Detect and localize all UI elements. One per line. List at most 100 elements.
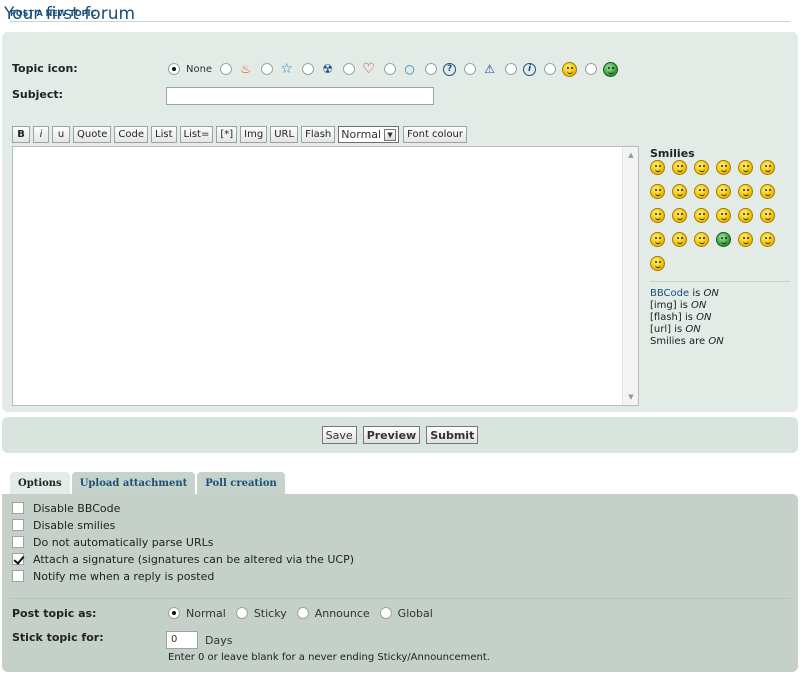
radioactive-icon[interactable]: ☢ bbox=[320, 62, 335, 77]
options-panel bbox=[2, 494, 798, 672]
font-colour-button[interactable]: Font colour bbox=[403, 126, 468, 143]
smiley-icon[interactable] bbox=[760, 208, 775, 223]
font-size-select[interactable]: Normal ▼ bbox=[338, 126, 400, 143]
topic-icon-radio[interactable] bbox=[261, 63, 274, 75]
option-disable-bbcode[interactable]: Disable BBCode bbox=[12, 501, 120, 515]
smiley-icon[interactable] bbox=[650, 232, 665, 247]
smiley-icon[interactable] bbox=[694, 232, 709, 247]
heart-icon[interactable]: ♡ bbox=[361, 61, 376, 77]
tab-poll-creation[interactable]: Poll creation bbox=[197, 472, 285, 494]
checkbox-checked[interactable] bbox=[12, 553, 24, 565]
option-disable-smilies[interactable]: Disable smilies bbox=[12, 518, 115, 532]
status-text: is bbox=[671, 324, 686, 335]
grin-smiley-icon[interactable] bbox=[603, 61, 619, 77]
smiley-icon[interactable] bbox=[672, 184, 687, 199]
winking-smiley-icon[interactable] bbox=[562, 61, 578, 77]
topic-icon-radio[interactable] bbox=[464, 63, 477, 75]
flame-icon[interactable]: ♨ bbox=[238, 62, 253, 77]
status-text: is bbox=[689, 288, 704, 299]
smiley-icon[interactable] bbox=[650, 256, 665, 271]
post-topic-as-label: Post topic as: bbox=[12, 607, 97, 620]
post-as-sticky-radio[interactable] bbox=[235, 607, 248, 619]
smiley-icon[interactable] bbox=[716, 184, 731, 199]
smiley-icon[interactable] bbox=[716, 232, 731, 247]
option-label: Notify me when a reply is posted bbox=[33, 569, 215, 583]
topic-icon-radio[interactable] bbox=[544, 63, 557, 75]
topic-icon-radio-none[interactable] bbox=[168, 63, 180, 75]
star-icon[interactable]: ☆ bbox=[279, 61, 294, 77]
topic-icon-radio[interactable] bbox=[384, 63, 397, 75]
url-button[interactable]: URL bbox=[270, 126, 299, 143]
question-icon[interactable]: ? bbox=[443, 62, 457, 76]
smiley-icon[interactable] bbox=[672, 208, 687, 223]
option-label: Do not automatically parse URLs bbox=[33, 535, 214, 549]
smiley-icon[interactable] bbox=[694, 160, 709, 175]
underline-button[interactable]: u bbox=[52, 126, 70, 143]
img-button[interactable]: Img bbox=[240, 126, 268, 143]
stick-days-input[interactable]: 0 bbox=[166, 631, 198, 649]
smiley-icon[interactable] bbox=[738, 184, 753, 199]
warning-icon[interactable]: ⚠ bbox=[482, 62, 497, 77]
submit-button[interactable]: Submit bbox=[426, 426, 479, 444]
option-attach-signature[interactable]: Attach a signature (signatures can be al… bbox=[12, 552, 354, 566]
flash-status: [flash] is ON bbox=[650, 312, 712, 323]
smiley-icon[interactable] bbox=[738, 232, 753, 247]
scroll-down-icon[interactable]: ▼ bbox=[623, 389, 639, 405]
smiley-icon[interactable] bbox=[760, 160, 775, 175]
quote-button[interactable]: Quote bbox=[73, 126, 112, 143]
topic-icon-radio[interactable] bbox=[220, 63, 233, 75]
flash-button[interactable]: Flash bbox=[301, 126, 336, 143]
checkbox[interactable] bbox=[12, 570, 24, 582]
speech-bubble-icon[interactable]: ○ bbox=[402, 62, 417, 77]
topic-icon-radio[interactable] bbox=[505, 63, 518, 75]
save-button[interactable]: Save bbox=[321, 426, 357, 444]
post-as-global-radio[interactable] bbox=[379, 607, 392, 619]
smiley-icon[interactable] bbox=[672, 160, 687, 175]
post-as-normal-radio[interactable] bbox=[168, 607, 180, 619]
smiley-icon[interactable] bbox=[694, 184, 709, 199]
smiley-icon[interactable] bbox=[738, 160, 753, 175]
checkbox[interactable] bbox=[12, 502, 24, 514]
tab-options[interactable]: Options bbox=[10, 472, 70, 494]
topic-icon-radio[interactable] bbox=[585, 63, 598, 75]
smiley-icon[interactable] bbox=[760, 184, 775, 199]
option-notify-reply[interactable]: Notify me when a reply is posted bbox=[12, 569, 214, 583]
info-icon[interactable]: i bbox=[523, 62, 537, 76]
smiley-icon[interactable] bbox=[694, 208, 709, 223]
subject-input[interactable] bbox=[166, 87, 434, 105]
smiley-icon[interactable] bbox=[716, 208, 731, 223]
editor-scrollbar[interactable]: ▲ ▼ bbox=[622, 147, 638, 405]
smiley-icon[interactable] bbox=[716, 160, 731, 175]
bold-button[interactable]: B bbox=[12, 126, 30, 143]
topic-icon-label: Topic icon: bbox=[12, 62, 78, 75]
checkbox[interactable] bbox=[12, 536, 24, 548]
list-item-button[interactable]: [*] bbox=[216, 126, 238, 143]
smiley-icon[interactable] bbox=[650, 208, 665, 223]
smiley-icon[interactable] bbox=[738, 208, 753, 223]
ordered-list-button[interactable]: List= bbox=[179, 126, 214, 143]
smiley-icon[interactable] bbox=[760, 232, 775, 247]
tab-upload-attachment[interactable]: Upload attachment bbox=[71, 472, 196, 494]
status-text: are bbox=[685, 336, 709, 347]
topic-icon-radio[interactable] bbox=[343, 63, 356, 75]
italic-button[interactable]: i bbox=[33, 126, 49, 143]
list-button[interactable]: List bbox=[151, 126, 177, 143]
divider bbox=[650, 281, 790, 282]
preview-button[interactable]: Preview bbox=[362, 426, 421, 444]
chevron-down-icon: ▼ bbox=[384, 128, 397, 141]
bbcode-help-link[interactable]: BBCode bbox=[650, 288, 689, 299]
smiley-icon[interactable] bbox=[650, 160, 665, 175]
scroll-up-icon[interactable]: ▲ bbox=[623, 147, 639, 163]
checkbox[interactable] bbox=[12, 519, 24, 531]
message-editor[interactable]: ▲ ▼ bbox=[12, 146, 639, 406]
topic-icon-radio[interactable] bbox=[425, 63, 438, 75]
bbcode-status: BBCode is ON bbox=[650, 288, 719, 299]
post-as-announce-radio[interactable] bbox=[296, 607, 309, 619]
smiley-icon[interactable] bbox=[672, 232, 687, 247]
topic-icon-none-label: None bbox=[186, 63, 213, 75]
topic-icon-radio[interactable] bbox=[302, 63, 315, 75]
option-label: Attach a signature (signatures can be al… bbox=[33, 552, 355, 566]
smiley-icon[interactable] bbox=[650, 184, 665, 199]
option-no-parse-urls[interactable]: Do not automatically parse URLs bbox=[12, 535, 214, 549]
code-button[interactable]: Code bbox=[114, 126, 149, 143]
